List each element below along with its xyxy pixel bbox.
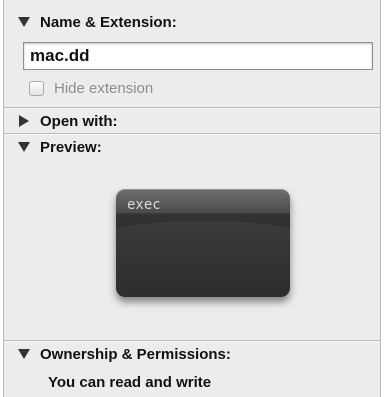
- name-extension-header[interactable]: Name & Extension:: [4, 10, 380, 34]
- permissions-summary: You can read and write: [48, 374, 212, 391]
- preview-title: Preview:: [40, 138, 102, 156]
- preview-document-icon: exec: [116, 189, 290, 297]
- disclosure-triangle-down-icon[interactable]: [16, 346, 32, 362]
- disclosure-triangle-down-icon[interactable]: [16, 139, 32, 155]
- open-with-title: Open with:: [40, 112, 118, 130]
- ownership-permissions-header[interactable]: Ownership & Permissions:: [4, 342, 380, 366]
- ownership-permissions-title: Ownership & Permissions:: [40, 345, 231, 363]
- preview-header[interactable]: Preview:: [4, 135, 380, 159]
- preview-icon-label: exec: [127, 197, 161, 213]
- disclosure-triangle-right-icon[interactable]: [16, 113, 32, 129]
- disclosure-triangle-down-icon[interactable]: [16, 14, 32, 30]
- hide-extension-checkbox[interactable]: [29, 81, 44, 96]
- hide-extension-row[interactable]: Hide extension: [29, 80, 153, 97]
- hide-extension-label: Hide extension: [54, 80, 154, 97]
- file-name-field[interactable]: [23, 42, 373, 70]
- open-with-header[interactable]: Open with:: [4, 109, 380, 133]
- get-info-panel: Name & Extension: Hide extension Open wi…: [3, 0, 381, 397]
- name-extension-title: Name & Extension:: [40, 13, 177, 31]
